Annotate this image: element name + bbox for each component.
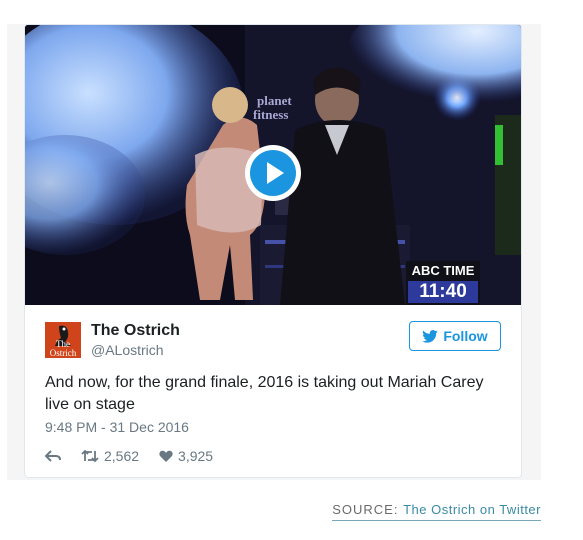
follow-label: Follow xyxy=(443,328,488,344)
author-name[interactable]: The Ostrich xyxy=(91,322,180,340)
sign-text-line1: planet xyxy=(257,93,292,108)
sign-text-line2: fitness xyxy=(253,107,288,122)
tweet-date[interactable]: 9:48 PM - 31 Dec 2016 xyxy=(45,419,189,435)
avatar-text: The Ostrich xyxy=(49,339,77,358)
abc-time-badge: ABC TIME 11:40 xyxy=(406,261,480,305)
play-icon xyxy=(250,150,296,196)
retweet-icon xyxy=(81,449,99,463)
tweet-text: And now, for the grand finale, 2016 is t… xyxy=(45,374,484,413)
like-count: 3,925 xyxy=(178,448,214,464)
source-label: SOURCE: xyxy=(332,502,399,517)
like-action[interactable]: 3,925 xyxy=(159,448,213,464)
source-credit: SOURCE: The Ostrich on Twitter xyxy=(332,502,541,521)
heart-icon xyxy=(159,450,173,462)
follow-button[interactable]: Follow xyxy=(409,321,501,351)
tweet-actions: 2,562 3,925 xyxy=(45,447,233,465)
author-handle[interactable]: @ALostrich xyxy=(91,342,164,358)
play-button[interactable] xyxy=(245,145,301,201)
badge-label: ABC TIME xyxy=(411,263,475,278)
retweet-action[interactable]: 2,562 xyxy=(81,448,139,464)
embedded-tweet: planet fitness ABC TIME 11:40 The Ostrich… xyxy=(24,24,522,478)
retweet-count: 2,562 xyxy=(104,448,140,464)
reply-action[interactable] xyxy=(45,450,61,462)
twitter-bird-icon xyxy=(422,329,439,343)
reply-icon xyxy=(45,450,61,462)
source-link[interactable]: The Ostrich on Twitter xyxy=(403,502,541,517)
avatar[interactable]: The Ostrich xyxy=(45,322,81,358)
video-thumbnail[interactable]: planet fitness ABC TIME 11:40 xyxy=(25,25,521,305)
badge-time: 11:40 xyxy=(408,281,478,303)
